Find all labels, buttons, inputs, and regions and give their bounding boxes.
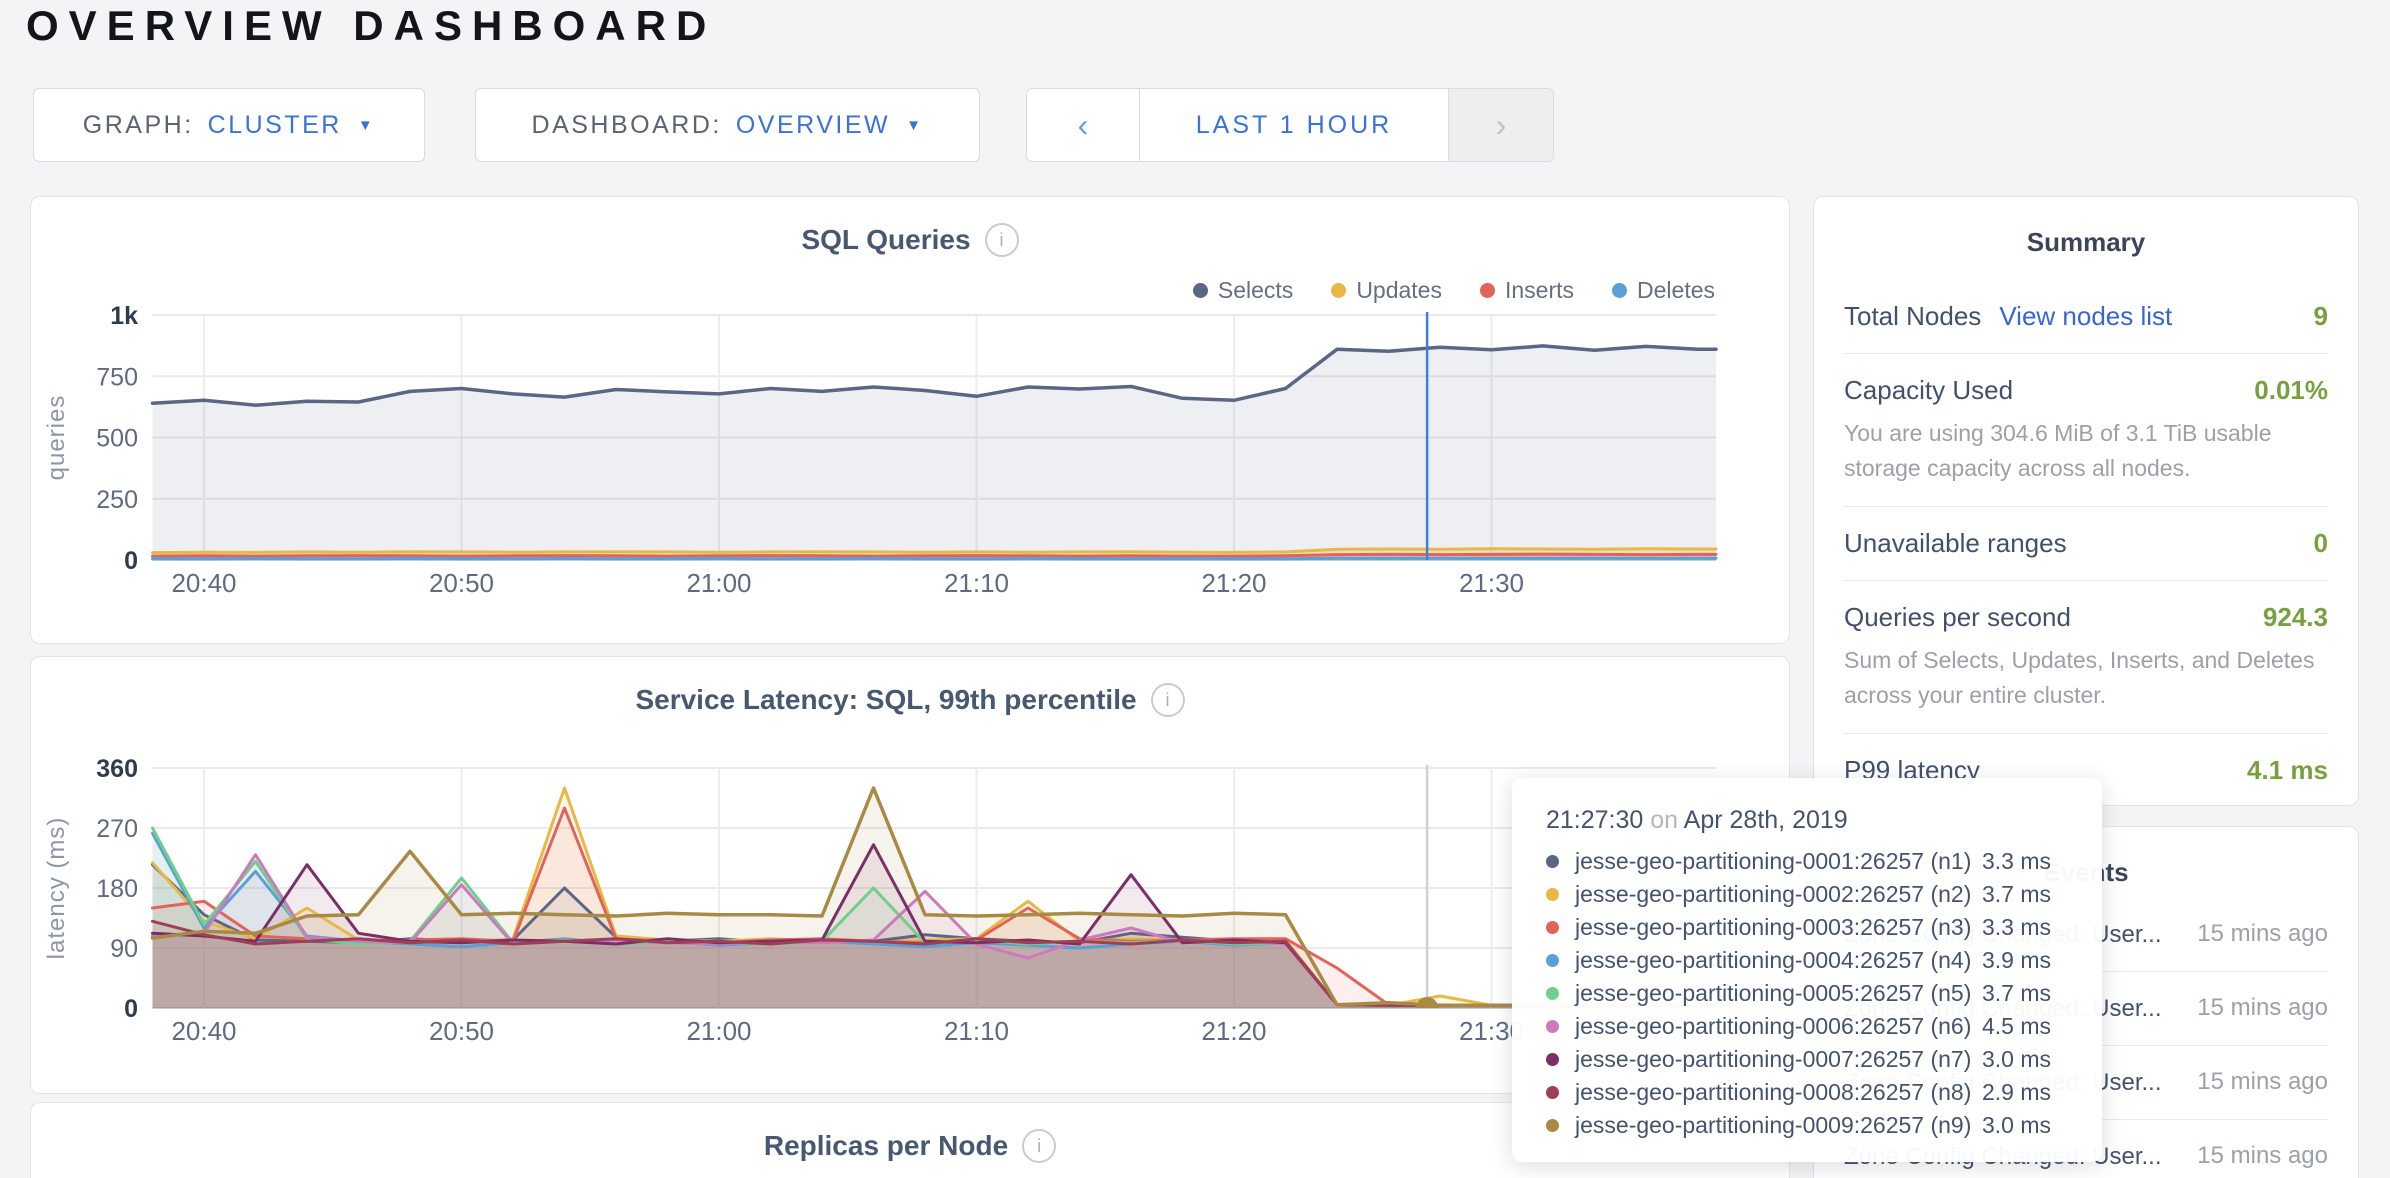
tooltip-timestamp: 21:27:30 on Apr 28th, 2019 bbox=[1546, 806, 2074, 835]
dashboard-dropdown[interactable]: DASHBOARD: OVERVIEW ▼ bbox=[475, 88, 980, 162]
tooltip-node-value: 3.7 ms bbox=[1982, 881, 2074, 908]
sql-queries-title: SQL Queries bbox=[801, 224, 970, 256]
graph-dropdown-label: GRAPH: bbox=[83, 111, 194, 140]
legend-label: Selects bbox=[1218, 277, 1293, 304]
series-dot-icon bbox=[1546, 1053, 1559, 1066]
chevron-down-icon: ▼ bbox=[906, 117, 923, 134]
tooltip-node-value: 3.0 ms bbox=[1982, 1112, 2074, 1139]
tooltip-node-value: 2.9 ms bbox=[1982, 1079, 2074, 1106]
chevron-left-icon: ‹ bbox=[1078, 107, 1089, 144]
event-time: 15 mins ago bbox=[2196, 1066, 2328, 1098]
series-dot-icon bbox=[1546, 855, 1559, 868]
graph-dropdown[interactable]: GRAPH: CLUSTER ▼ bbox=[33, 88, 425, 162]
tooltip-node-row: jesse-geo-partitioning-0009:26257 (n9)3.… bbox=[1546, 1109, 2074, 1142]
tooltip-node-name: jesse-geo-partitioning-0006:26257 (n6) bbox=[1575, 1013, 1982, 1040]
replicas-per-node-title: Replicas per Node bbox=[764, 1130, 1008, 1162]
tooltip-node-row: jesse-geo-partitioning-0007:26257 (n7)3.… bbox=[1546, 1043, 2074, 1076]
tooltip-node-value: 3.7 ms bbox=[1982, 980, 2074, 1007]
legend-item-deletes[interactable]: Deletes bbox=[1612, 277, 1715, 304]
tooltip-node-name: jesse-geo-partitioning-0003:26257 (n3) bbox=[1575, 914, 1982, 941]
chart-hover-tooltip: 21:27:30 on Apr 28th, 2019 jesse-geo-par… bbox=[1512, 778, 2102, 1162]
total-nodes-label: Total Nodes bbox=[1844, 301, 1981, 332]
qps-value: 924.3 bbox=[2263, 602, 2328, 633]
capacity-used-subtext: You are using 304.6 MiB of 3.1 TiB usabl… bbox=[1844, 416, 2328, 485]
capacity-used-label: Capacity Used bbox=[1844, 375, 2013, 406]
deletes-dot-icon bbox=[1612, 283, 1627, 298]
series-dot-icon bbox=[1546, 921, 1559, 934]
legend-item-inserts[interactable]: Inserts bbox=[1480, 277, 1574, 304]
tooltip-rows: jesse-geo-partitioning-0001:26257 (n1)3.… bbox=[1546, 845, 2074, 1142]
tooltip-node-value: 3.3 ms bbox=[1982, 914, 2074, 941]
info-icon[interactable]: i bbox=[1151, 683, 1185, 717]
sql-queries-legend: Selects Updates Inserts Deletes bbox=[1193, 277, 1715, 304]
series-dot-icon bbox=[1546, 1119, 1559, 1132]
tooltip-node-row: jesse-geo-partitioning-0008:26257 (n8)2.… bbox=[1546, 1076, 2074, 1109]
tooltip-node-row: jesse-geo-partitioning-0006:26257 (n6)4.… bbox=[1546, 1010, 2074, 1043]
summary-card: Summary Total Nodes View nodes list 9 Ca… bbox=[1813, 196, 2359, 806]
tooltip-node-row: jesse-geo-partitioning-0004:26257 (n4)3.… bbox=[1546, 944, 2074, 977]
qps-label: Queries per second bbox=[1844, 602, 2071, 633]
qps-subtext: Sum of Selects, Updates, Inserts, and De… bbox=[1844, 643, 2328, 712]
selects-dot-icon bbox=[1193, 283, 1208, 298]
tooltip-node-name: jesse-geo-partitioning-0001:26257 (n1) bbox=[1575, 848, 1982, 875]
event-time: 15 mins ago bbox=[2196, 992, 2328, 1024]
unavailable-ranges-value: 0 bbox=[2314, 528, 2328, 559]
inserts-dot-icon bbox=[1480, 283, 1495, 298]
unavailable-ranges-label: Unavailable ranges bbox=[1844, 528, 2067, 559]
legend-label: Inserts bbox=[1505, 277, 1574, 304]
tooltip-node-row: jesse-geo-partitioning-0003:26257 (n3)3.… bbox=[1546, 911, 2074, 944]
dashboard-dropdown-value: OVERVIEW bbox=[736, 111, 890, 140]
view-nodes-list-link[interactable]: View nodes list bbox=[1999, 301, 2172, 332]
legend-item-selects[interactable]: Selects bbox=[1193, 277, 1293, 304]
time-prev-button[interactable]: ‹ bbox=[1027, 89, 1140, 161]
tooltip-node-name: jesse-geo-partitioning-0007:26257 (n7) bbox=[1575, 1046, 1982, 1073]
chevron-down-icon: ▼ bbox=[358, 117, 375, 134]
tooltip-node-name: jesse-geo-partitioning-0008:26257 (n8) bbox=[1575, 1079, 1982, 1106]
tooltip-node-value: 4.5 ms bbox=[1982, 1013, 2074, 1040]
tooltip-node-name: jesse-geo-partitioning-0009:26257 (n9) bbox=[1575, 1112, 1982, 1139]
graph-dropdown-value: CLUSTER bbox=[208, 111, 342, 140]
series-dot-icon bbox=[1546, 1020, 1559, 1033]
series-dot-icon bbox=[1546, 954, 1559, 967]
total-nodes-value: 9 bbox=[2314, 301, 2328, 332]
p99-latency-value: 4.1 ms bbox=[2247, 755, 2328, 786]
tooltip-node-name: jesse-geo-partitioning-0004:26257 (n4) bbox=[1575, 947, 1982, 974]
overview-dashboard-page: OVERVIEW DASHBOARD GRAPH: CLUSTER ▼ DASH… bbox=[0, 0, 2390, 1178]
info-icon[interactable]: i bbox=[1022, 1129, 1056, 1163]
capacity-used-value: 0.01% bbox=[2254, 375, 2328, 406]
dashboard-dropdown-label: DASHBOARD: bbox=[532, 111, 722, 140]
tooltip-node-row: jesse-geo-partitioning-0001:26257 (n1)3.… bbox=[1546, 845, 2074, 878]
updates-dot-icon bbox=[1331, 283, 1346, 298]
service-latency-title: Service Latency: SQL, 99th percentile bbox=[635, 684, 1136, 716]
tooltip-node-row: jesse-geo-partitioning-0002:26257 (n2)3.… bbox=[1546, 878, 2074, 911]
legend-label: Updates bbox=[1356, 277, 1442, 304]
time-next-button[interactable]: › bbox=[1448, 89, 1553, 161]
sql-queries-panel: SQL Queries i Selects Updates Inserts De… bbox=[30, 196, 1790, 644]
time-window-control: ‹ LAST 1 HOUR › bbox=[1026, 88, 1554, 162]
tooltip-node-name: jesse-geo-partitioning-0005:26257 (n5) bbox=[1575, 980, 1982, 1007]
series-dot-icon bbox=[1546, 888, 1559, 901]
event-time: 15 mins ago bbox=[2196, 1140, 2328, 1172]
service-latency-title-row: Service Latency: SQL, 99th percentile i bbox=[31, 683, 1789, 717]
page-title: OVERVIEW DASHBOARD bbox=[26, 2, 716, 50]
legend-label: Deletes bbox=[1637, 277, 1715, 304]
chevron-right-icon: › bbox=[1496, 107, 1507, 144]
series-dot-icon bbox=[1546, 987, 1559, 1000]
info-icon[interactable]: i bbox=[985, 223, 1019, 257]
event-time: 15 mins ago bbox=[2196, 918, 2328, 950]
series-dot-icon bbox=[1546, 1086, 1559, 1099]
tooltip-node-value: 3.9 ms bbox=[1982, 947, 2074, 974]
tooltip-node-name: jesse-geo-partitioning-0002:26257 (n2) bbox=[1575, 881, 1982, 908]
tooltip-node-value: 3.0 ms bbox=[1982, 1046, 2074, 1073]
tooltip-node-row: jesse-geo-partitioning-0005:26257 (n5)3.… bbox=[1546, 977, 2074, 1010]
tooltip-node-value: 3.3 ms bbox=[1982, 848, 2074, 875]
summary-title: Summary bbox=[1844, 197, 2328, 258]
sql-queries-title-row: SQL Queries i bbox=[31, 223, 1789, 257]
legend-item-updates[interactable]: Updates bbox=[1331, 277, 1442, 304]
time-range-button[interactable]: LAST 1 HOUR bbox=[1140, 89, 1448, 161]
